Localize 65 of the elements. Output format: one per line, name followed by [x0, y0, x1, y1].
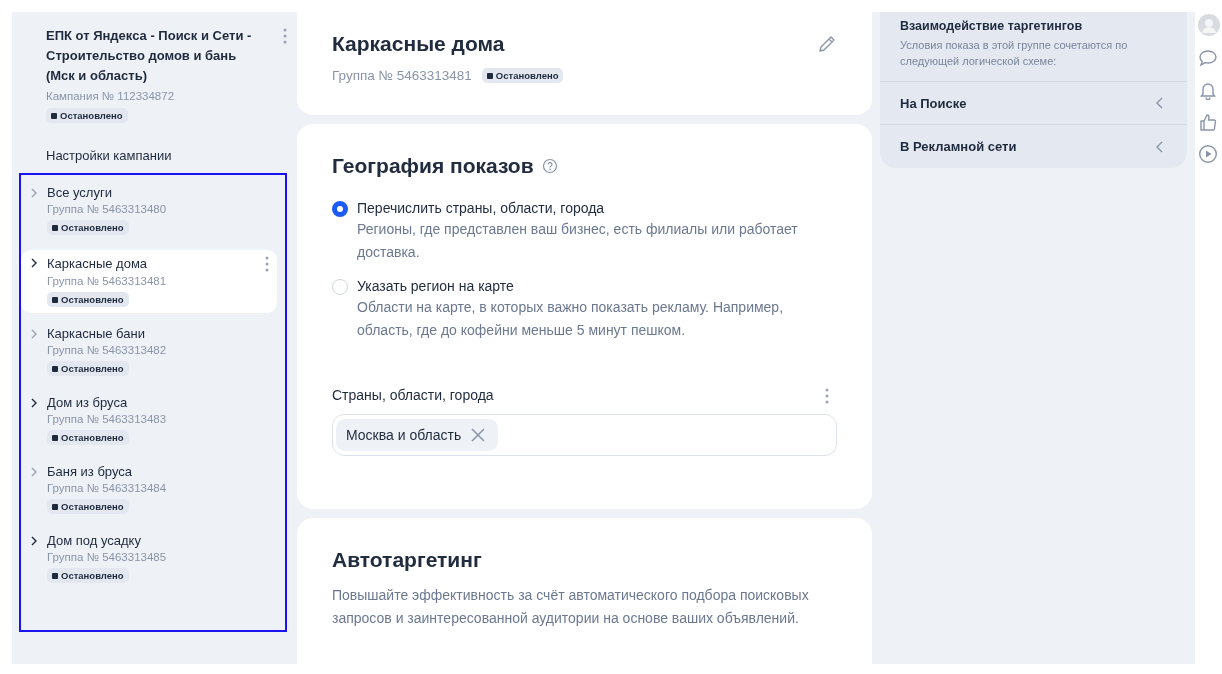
group-number: Группа № 5463313480: [47, 203, 168, 215]
thumbs-up-icon[interactable]: [1198, 112, 1218, 132]
chevron-right-icon: [31, 535, 37, 546]
option-description: Регионы, где представлен ваш бизнес, есть филиалы или работает доставка.: [357, 220, 799, 262]
group-item[interactable]: Дом из бруса Группа № 5463313483 Остановлено: [21, 391, 277, 451]
option-description: Области на карте, в которых важно показать рекламу. Например, область, где до кофейни меньше 5 минут пешком.: [357, 298, 785, 340]
status-badge: Остановлено: [47, 220, 129, 235]
section-title: Автотаргетинг: [332, 548, 483, 572]
status-badge: Остановлено: [46, 108, 128, 123]
chevron-left-icon: [1155, 97, 1165, 109]
panel-item[interactable]: В Рекламной сети: [880, 124, 1187, 168]
group-name: Каркасные дома: [47, 255, 149, 271]
campaign-title: ЕПК от Яндекса - Поиск и Сети - Строительство домов и бань (Мск и область): [46, 27, 253, 85]
pencil-icon[interactable]: [817, 34, 837, 54]
status-badge: Остановлено: [481, 68, 564, 83]
group-number: Группа № 5463313483: [47, 413, 168, 425]
status-badge: Остановлено: [47, 568, 129, 583]
group-number: Группа № 5463313481: [47, 275, 168, 287]
section-title: География показов: [332, 154, 534, 178]
chevron-right-icon: [31, 397, 37, 408]
campaign-settings-link[interactable]: Настройки кампании: [46, 148, 172, 163]
status-badge: Остановлено: [47, 499, 129, 514]
chevron-right-icon: [31, 466, 37, 477]
panel-title: Взаимодействие таргетингов: [900, 19, 1084, 33]
more-icon[interactable]: [265, 256, 269, 272]
group-item[interactable]: Все услуги Группа № 5463313480 Остановлено: [21, 181, 277, 241]
help-icon[interactable]: [541, 158, 558, 174]
group-item[interactable]: Каркасные дома Группа № 5463313481 Остановлено: [21, 250, 277, 313]
region-tag[interactable]: Москва и область: [336, 419, 499, 451]
option-label: Перечислить страны, области, города: [357, 200, 606, 216]
bell-icon[interactable]: [1198, 80, 1218, 100]
close-icon[interactable]: [471, 428, 486, 442]
status-badge: Остановлено: [47, 361, 129, 376]
group-name: Все услуги: [47, 185, 113, 200]
group-number: Группа № 5463313482: [47, 344, 168, 356]
campaign-number: Кампания № 112334872: [46, 90, 176, 102]
status-badge: Остановлено: [47, 430, 129, 445]
chevron-right-icon: [31, 187, 37, 198]
play-icon[interactable]: [1198, 144, 1218, 164]
field-label: Страны, области, города: [332, 387, 494, 403]
group-title: Каркасные дома: [332, 32, 505, 56]
group-number: Группа № 5463313484: [47, 482, 168, 494]
more-icon[interactable]: [825, 388, 829, 404]
group-item[interactable]: Баня из бруса Группа № 5463313484 Остановлено: [21, 460, 277, 520]
group-number: Группа № 5463313481: [332, 68, 472, 83]
group-name: Дом под усадку: [47, 533, 142, 548]
group-item[interactable]: Каркасные бани Группа № 5463313482 Остановлено: [21, 322, 277, 382]
chevron-left-icon: [1155, 140, 1165, 153]
chevron-right-icon: [31, 328, 37, 339]
group-name: Баня из бруса: [47, 464, 134, 479]
group-item[interactable]: Дом под усадку Группа № 5463313485 Остановлено: [21, 529, 277, 589]
section-description: Повышайте эффективность за счёт автоматического подбора поисковых запросов и заинтересованной аудитории на основе ваших объявлений.: [332, 586, 810, 628]
chevron-right-icon: [31, 258, 37, 268]
group-name: Дом из бруса: [47, 395, 129, 410]
radio-button[interactable]: [332, 201, 348, 217]
group-number: Группа № 5463313485: [47, 551, 168, 563]
panel-description: Условия показа в этой группе сочетаются по следующей логической схеме:: [900, 38, 1129, 69]
option-label: Указать регион на карте: [357, 278, 515, 294]
chat-icon[interactable]: [1198, 48, 1218, 68]
region-tag-label: Москва и область: [346, 427, 462, 443]
panel-item[interactable]: На Поиске: [880, 82, 1187, 124]
group-name: Каркасные бани: [47, 326, 146, 341]
status-badge: Остановлено: [47, 292, 129, 307]
more-icon[interactable]: [283, 28, 287, 44]
regions-field[interactable]: Москва и область: [332, 414, 837, 456]
